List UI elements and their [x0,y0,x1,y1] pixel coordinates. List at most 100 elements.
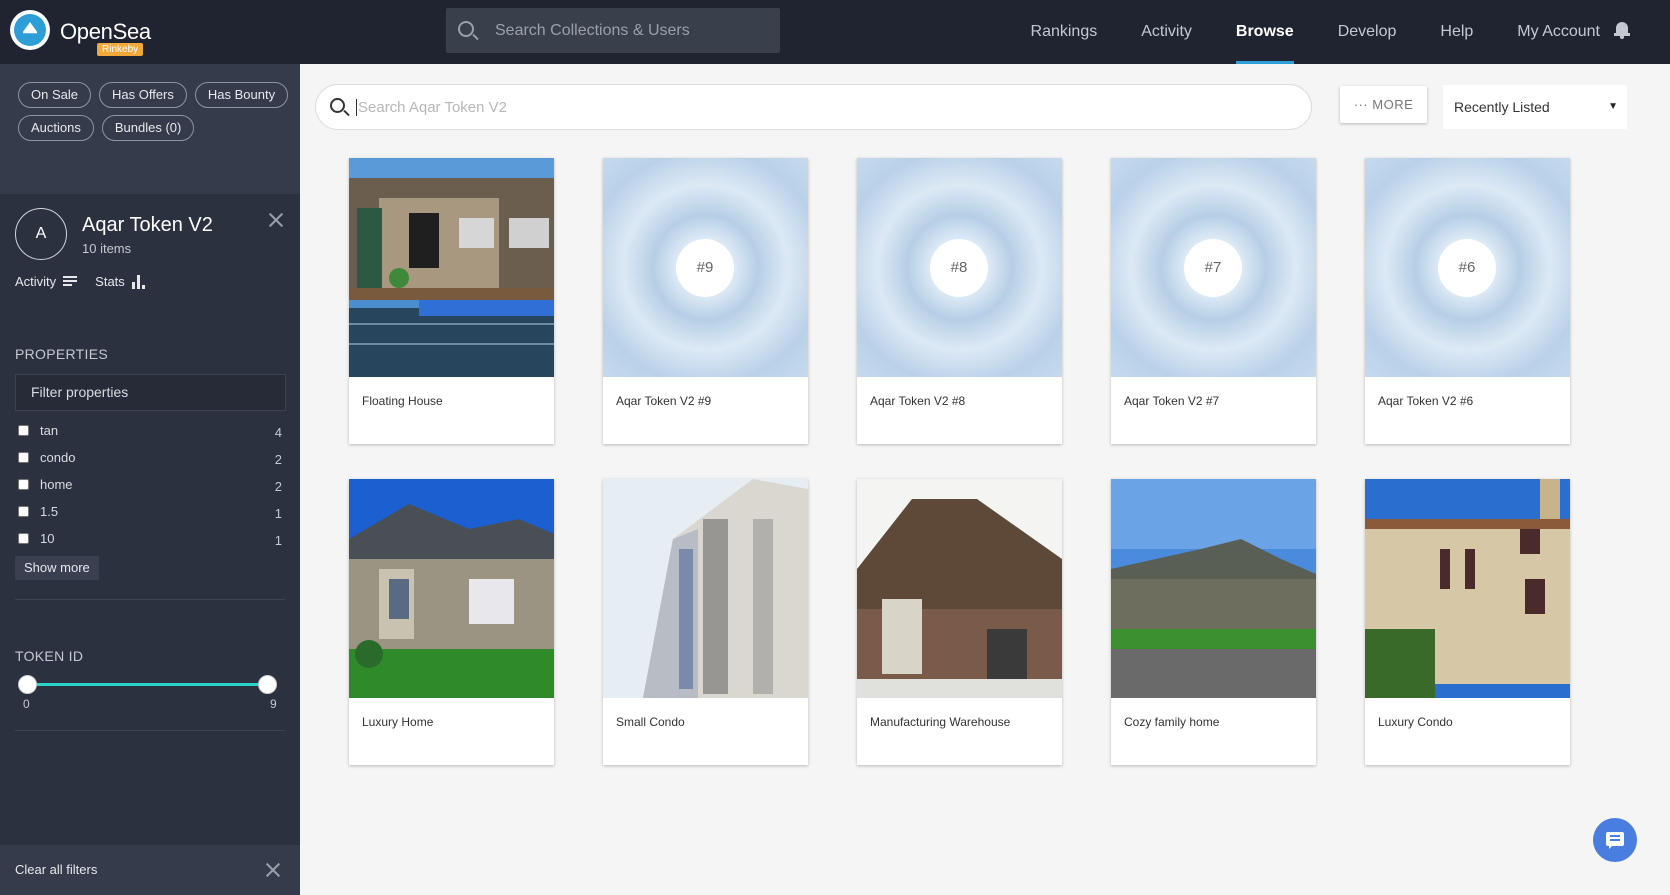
chip-on-sale[interactable]: On Sale [18,82,91,108]
main-nav: Rankings Activity Browse Develop Help My… [1009,0,1622,64]
asset-card[interactable]: Small Condo [603,479,808,765]
nav-help[interactable]: Help [1418,0,1495,64]
asset-placeholder-image: #7 [1111,158,1316,377]
top-navbar: OpenSea Rinkeby Search Collections & Use… [0,0,1670,64]
asset-card[interactable]: Cozy family home [1111,479,1316,765]
properties-section: PROPERTIES Filter properties tan 4 condo 2… [0,310,300,580]
clear-filters-bar[interactable]: Clear all filters [0,845,300,895]
chip-has-offers[interactable]: Has Offers [98,82,187,108]
properties-title: PROPERTIES [15,346,108,362]
chip-has-bounty[interactable]: Has Bounty [194,82,289,108]
property-label: home [40,477,73,492]
property-row[interactable]: home 2 [15,471,285,498]
property-label: 10 [40,531,55,546]
property-row[interactable]: 10 1 [15,525,285,552]
token-id-section: TOKEN ID 0 9 [15,648,285,712]
asset-name: Floating House [362,394,443,408]
asset-image [603,479,808,698]
asset-name: Aqar Token V2 #6 [1378,394,1474,408]
chevron-down-icon: ▼ [1608,101,1618,112]
opensea-logo-icon[interactable] [10,10,50,50]
show-more-button[interactable]: Show more [15,556,99,580]
property-row[interactable]: tan 4 [15,417,285,444]
asset-card[interactable]: Luxury Condo [1365,479,1570,765]
asset-image [857,479,1062,698]
network-badge: Rinkeby [97,43,144,56]
property-count: 1 [274,506,282,521]
slider-max-label: 9 [270,697,277,711]
slider-min-handle[interactable] [18,675,37,694]
asset-card[interactable]: Luxury Home [349,479,554,765]
asset-name: Luxury Condo [1378,715,1453,729]
asset-card[interactable]: #7 Aqar Token V2 #7 [1111,158,1316,444]
notification-bell-icon[interactable] [1614,22,1630,39]
collection-name[interactable]: Aqar Token V2 [82,214,213,237]
collection-activity-tab[interactable]: Activity [15,274,78,289]
property-row[interactable]: 1.5 1 [15,498,285,525]
more-button[interactable]: ··· MORE [1340,86,1427,123]
property-label: 1.5 [40,504,59,519]
chip-bundles[interactable]: Bundles (0) [101,115,195,141]
list-icon [63,276,78,287]
bar-chart-icon [131,274,146,289]
asset-placeholder-image: #6 [1365,158,1570,377]
token-id-range-slider[interactable] [15,674,285,694]
asset-image [349,479,554,698]
token-number-badge: #7 [1184,239,1242,297]
slider-track [26,683,274,686]
property-checkbox[interactable] [18,533,29,544]
divider [15,730,285,731]
property-checkbox[interactable] [18,479,29,490]
asset-card[interactable]: #9 Aqar Token V2 #9 [603,158,808,444]
asset-card[interactable]: Manufacturing Warehouse [857,479,1062,765]
nav-develop[interactable]: Develop [1316,0,1419,64]
slider-max-handle[interactable] [258,675,277,694]
property-checkbox[interactable] [18,452,29,463]
slider-labels: 0 9 [15,694,285,712]
asset-image [1365,479,1570,698]
asset-name: Luxury Home [362,715,434,729]
brand-name[interactable]: OpenSea [60,19,151,45]
global-search-input[interactable]: Search Collections & Users [446,8,780,53]
collection-avatar: A [15,208,67,260]
nav-my-account[interactable]: My Account [1495,0,1622,64]
nav-rankings[interactable]: Rankings [1009,0,1120,64]
asset-image [349,158,554,377]
asset-card[interactable]: Floating House [349,158,554,444]
property-checkbox[interactable] [18,506,29,517]
asset-placeholder-image: #8 [857,158,1062,377]
chat-button[interactable] [1593,818,1637,862]
collection-search-input[interactable]: Search Aqar Token V2 [315,84,1312,130]
selected-collection: A Aqar Token V2 10 items Activity Stats [0,194,300,310]
sort-select[interactable]: Recently Listed ▼ [1443,85,1627,129]
asset-card[interactable]: #8 Aqar Token V2 #8 [857,158,1062,444]
asset-name: Manufacturing Warehouse [870,715,1011,729]
divider [15,599,285,600]
sort-value: Recently Listed [1454,99,1550,115]
property-checkbox[interactable] [18,425,29,436]
asset-name: Aqar Token V2 #8 [870,394,966,408]
collection-stats-tab[interactable]: Stats [95,274,146,289]
token-number-badge: #6 [1438,239,1496,297]
close-collection-icon[interactable] [268,212,284,228]
asset-card[interactable]: #6 Aqar Token V2 #6 [1365,158,1570,444]
chat-icon [1606,832,1624,849]
collection-tabs: Activity Stats [15,274,146,289]
search-icon [330,98,345,113]
property-row[interactable]: condo 2 [15,444,285,471]
token-number-badge: #9 [676,239,734,297]
collection-activity-label: Activity [15,274,57,289]
property-count: 2 [274,479,282,494]
property-count: 2 [274,452,282,467]
clear-filters-close-icon[interactable] [265,862,281,878]
filter-properties-input[interactable]: Filter properties [15,374,286,411]
asset-placeholder-image: #9 [603,158,808,377]
asset-name: Cozy family home [1124,715,1220,729]
chip-auctions[interactable]: Auctions [18,115,94,141]
clear-filters-label: Clear all filters [15,862,98,877]
asset-name: Aqar Token V2 #9 [616,394,712,408]
nav-browse[interactable]: Browse [1214,0,1316,64]
nav-activity[interactable]: Activity [1119,0,1214,64]
token-number-badge: #8 [930,239,988,297]
property-label: tan [40,423,59,438]
